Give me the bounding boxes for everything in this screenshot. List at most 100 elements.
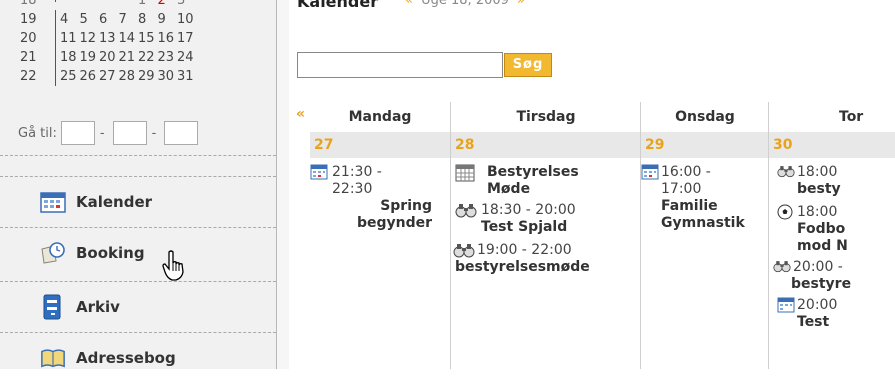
- goto-day-input[interactable]: [60, 121, 95, 145]
- day-cell[interactable]: 15: [138, 29, 158, 48]
- day-cell[interactable]: 8: [138, 10, 158, 29]
- day-cell[interactable]: 16: [158, 29, 178, 48]
- event-title: besty: [797, 181, 841, 197]
- day-cell[interactable]: [80, 0, 100, 2]
- calendar-icon: [40, 189, 66, 215]
- day-cell[interactable]: [119, 0, 139, 2]
- event-time: 20:00: [797, 297, 838, 313]
- day-cell[interactable]: 27: [99, 67, 119, 86]
- week-number[interactable]: 21: [20, 48, 42, 67]
- calendar-event[interactable]: Bestyrelses Møde: [451, 164, 641, 198]
- calendar-event[interactable]: 18:30 - 20:00 Test Spjald: [451, 202, 641, 236]
- day-header: Tirsdag: [516, 109, 576, 125]
- day-cell[interactable]: 22: [138, 48, 158, 67]
- prev-week-link[interactable]: «: [405, 0, 413, 8]
- day-cell[interactable]: 10: [177, 10, 197, 29]
- day-cell[interactable]: 24: [177, 48, 197, 67]
- event-time: 18:00: [797, 204, 838, 220]
- football-icon: [777, 204, 793, 225]
- day-cell-today[interactable]: 2: [158, 0, 178, 7]
- separator: -: [151, 125, 157, 141]
- divider: [0, 281, 276, 282]
- day-cell[interactable]: 25: [60, 67, 80, 86]
- day-date[interactable]: 28: [451, 132, 641, 158]
- divider: [0, 332, 276, 333]
- day-cell[interactable]: 11: [60, 29, 80, 48]
- binoculars-icon: [773, 259, 791, 278]
- nav-label: Arkiv: [76, 298, 120, 316]
- day-cell[interactable]: [99, 0, 119, 2]
- day-cell[interactable]: 9: [158, 10, 178, 29]
- day-cell[interactable]: 12: [80, 29, 100, 48]
- address-book-icon: [40, 345, 66, 371]
- calendar-grid-icon: [455, 164, 475, 187]
- day-header: Onsdag: [675, 109, 735, 125]
- calendar-icon: [310, 164, 328, 185]
- calendar-event[interactable]: 19:00 - 22:00 bestyrelsesmøde: [451, 242, 641, 276]
- nav-label: Kalender: [76, 193, 153, 211]
- day-cell[interactable]: 14: [119, 29, 139, 48]
- header-bar: Kalender « Uge 18, 2009 »: [289, 0, 895, 23]
- event-title: Test: [797, 314, 830, 330]
- separator: -: [99, 125, 105, 141]
- day-cell[interactable]: 30: [158, 67, 178, 86]
- week-label: Uge 18, 2009: [421, 0, 509, 8]
- day-cell[interactable]: 29: [138, 67, 158, 86]
- nav-item-kalender[interactable]: Kalender: [0, 178, 276, 226]
- day-cell[interactable]: 4: [60, 10, 80, 29]
- day-date[interactable]: 27: [310, 132, 450, 158]
- mini-cal-week-row: 22 25 26 27 28 29 30 31: [14, 67, 264, 86]
- next-week-link[interactable]: »: [517, 0, 525, 8]
- calendar-event[interactable]: 18:00 besty: [769, 164, 895, 198]
- goto-label: Gå til:: [18, 125, 57, 141]
- calendar-event[interactable]: 21:30 - 22:30 Spring begynder: [310, 164, 450, 232]
- week-number[interactable]: 18: [20, 0, 42, 7]
- prev-week-arrow[interactable]: «: [296, 106, 305, 122]
- calendar-event[interactable]: 20:00 - bestyre: [769, 259, 895, 293]
- day-cell[interactable]: 3: [177, 0, 197, 7]
- day-cell[interactable]: 7: [119, 10, 139, 29]
- week-number[interactable]: 20: [20, 29, 42, 48]
- day-cell[interactable]: 19: [80, 48, 100, 67]
- day-date[interactable]: 30: [769, 132, 895, 158]
- day-cell[interactable]: 20: [99, 48, 119, 67]
- goto-year-input[interactable]: [164, 121, 199, 145]
- calendar-event[interactable]: 20:00 Test: [769, 297, 895, 331]
- search-input[interactable]: [297, 52, 503, 78]
- goto-month-input[interactable]: [112, 121, 147, 145]
- search-button[interactable]: Søg: [504, 53, 552, 77]
- day-cell[interactable]: 18: [60, 48, 80, 67]
- day-cell[interactable]: 17: [177, 29, 197, 48]
- event-time: 16:00 - 17:00: [661, 164, 711, 197]
- day-cell[interactable]: 23: [158, 48, 178, 67]
- calendar-icon: [641, 164, 659, 185]
- goto-date: Gå til: - -: [18, 121, 201, 145]
- calendar-event[interactable]: 16:00 - 17:00 Familie Gymnastik: [641, 164, 769, 232]
- mini-cal-week-row: 20 11 12 13 14 15 16 17: [14, 29, 264, 48]
- day-cell[interactable]: 26: [80, 67, 100, 86]
- nav-item-booking[interactable]: Booking: [0, 229, 276, 277]
- event-time: 18:00: [797, 164, 838, 180]
- day-cell[interactable]: 13: [99, 29, 119, 48]
- day-header: Mandag: [348, 109, 412, 125]
- main-panel: Kalender « Uge 18, 2009 » Søg « Mandag 2…: [277, 0, 895, 369]
- week-number[interactable]: 19: [20, 10, 42, 29]
- day-cell[interactable]: 5: [80, 10, 100, 29]
- calendar-icon: [777, 297, 795, 318]
- day-cell[interactable]: [60, 0, 80, 2]
- day-cell[interactable]: 31: [177, 67, 197, 86]
- event-time: 19:00 - 22:00: [477, 242, 572, 258]
- day-cell[interactable]: 6: [99, 10, 119, 29]
- day-cell[interactable]: 1: [138, 0, 158, 7]
- sidebar: 18 1 2 3 19 4 5 6 7 8 9 10 20 11 12 13 1…: [0, 0, 277, 369]
- nav-item-adressebog[interactable]: Adressebog: [0, 334, 276, 382]
- day-header: Tor: [839, 109, 864, 125]
- day-cell[interactable]: 28: [119, 67, 139, 86]
- calendar-event[interactable]: 18:00 Fodbo mod N: [769, 204, 895, 255]
- nav-item-arkiv[interactable]: Arkiv: [0, 283, 276, 331]
- binoculars-icon: [777, 164, 795, 183]
- mini-cal-week-row: 19 4 5 6 7 8 9 10: [14, 10, 264, 29]
- day-date[interactable]: 29: [641, 132, 769, 158]
- week-number[interactable]: 22: [20, 67, 42, 86]
- day-cell[interactable]: 21: [119, 48, 139, 67]
